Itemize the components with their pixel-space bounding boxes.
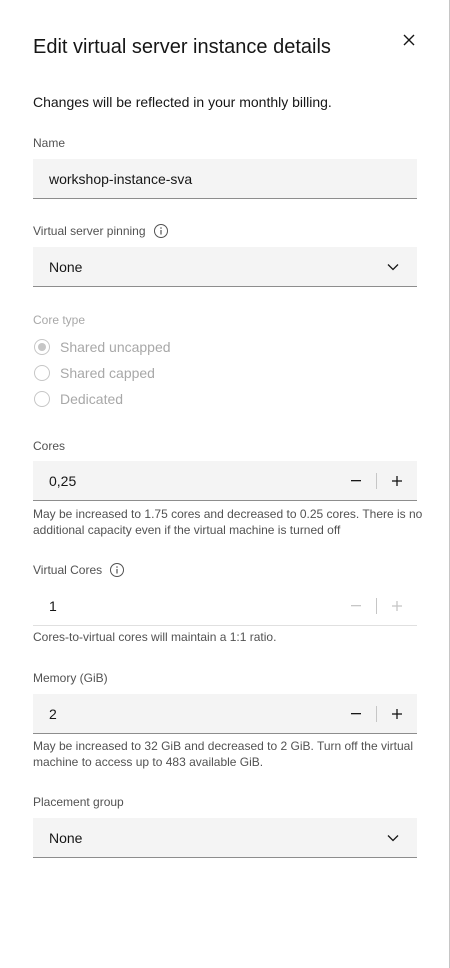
radio-button bbox=[34, 365, 50, 381]
virtual-cores-label: Virtual Cores bbox=[33, 562, 125, 578]
plus-icon bbox=[392, 600, 402, 611]
virtual-cores-decrement-button bbox=[336, 586, 376, 626]
memory-value: 2 bbox=[49, 705, 57, 722]
name-label: Name bbox=[33, 136, 66, 150]
chevron-down-icon bbox=[369, 247, 417, 287]
cores-label: Cores bbox=[33, 439, 66, 453]
name-value: workshop-instance-sva bbox=[49, 170, 193, 187]
close-icon bbox=[403, 34, 415, 46]
pinning-value: None bbox=[49, 258, 83, 275]
core-type-label: Core type bbox=[33, 313, 86, 327]
modal-title: Edit virtual server instance details bbox=[33, 36, 331, 58]
cores-helper-text: May be increased to 1.75 cores and decre… bbox=[33, 507, 423, 537]
placement-label: Placement group bbox=[33, 795, 124, 809]
radio-shared-capped[interactable]: Shared capped bbox=[34, 363, 155, 383]
pinning-select[interactable]: None bbox=[33, 247, 417, 287]
radio-dedicated[interactable]: Dedicated bbox=[34, 389, 123, 409]
memory-increment-button[interactable] bbox=[377, 694, 417, 734]
pinning-label: Virtual server pinning bbox=[33, 223, 169, 239]
virtual-cores-input: 1 bbox=[33, 586, 417, 626]
close-button[interactable] bbox=[399, 30, 419, 50]
virtual-cores-value: 1 bbox=[49, 597, 57, 614]
modal-description: Changes will be reflected in your monthl… bbox=[33, 94, 332, 110]
info-icon[interactable] bbox=[153, 223, 169, 239]
virtual-cores-helper-text: Cores-to-virtual cores will maintain a 1… bbox=[33, 630, 277, 644]
cores-decrement-button[interactable] bbox=[336, 461, 376, 501]
placement-value: None bbox=[49, 829, 83, 846]
plus-icon bbox=[392, 708, 402, 719]
plus-icon bbox=[392, 475, 402, 486]
cores-increment-button[interactable] bbox=[377, 461, 417, 501]
cores-input[interactable]: 0,25 bbox=[33, 461, 417, 501]
virtual-cores-increment-button bbox=[377, 586, 417, 626]
memory-helper-text: May be increased to 32 GiB and decreased… bbox=[33, 739, 413, 769]
name-input[interactable]: workshop-instance-sva bbox=[33, 159, 417, 199]
cores-value: 0,25 bbox=[49, 472, 77, 489]
radio-shared-uncapped[interactable]: Shared uncapped bbox=[34, 337, 171, 357]
minus-icon bbox=[351, 479, 361, 481]
memory-label: Memory (GiB) bbox=[33, 671, 108, 685]
edit-details-modal: Edit virtual server instance details Cha… bbox=[0, 0, 450, 968]
radio-button bbox=[34, 339, 50, 355]
minus-icon bbox=[351, 604, 361, 606]
info-icon[interactable] bbox=[109, 562, 125, 578]
radio-button bbox=[34, 391, 50, 407]
placement-select[interactable]: None bbox=[33, 818, 417, 858]
minus-icon bbox=[351, 712, 361, 714]
memory-decrement-button[interactable] bbox=[336, 694, 376, 734]
memory-input[interactable]: 2 bbox=[33, 694, 417, 734]
chevron-down-icon bbox=[369, 818, 417, 858]
